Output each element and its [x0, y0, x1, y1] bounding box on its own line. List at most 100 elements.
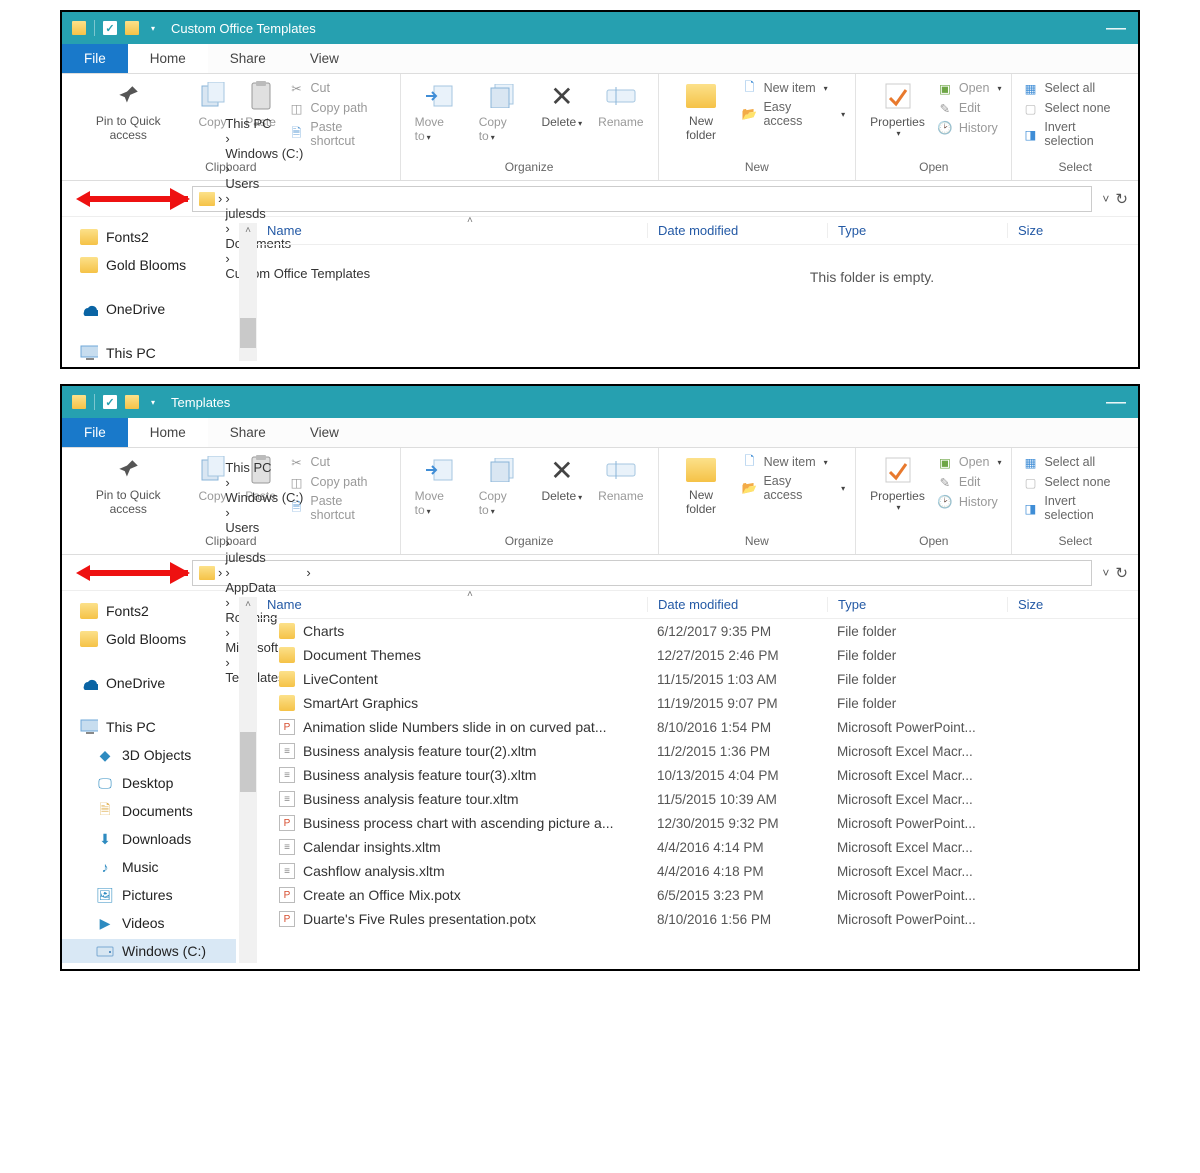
nav-item[interactable]: 🖵Desktop — [62, 771, 236, 795]
qat-properties-icon[interactable]: ✓ — [103, 395, 117, 409]
edit-button[interactable]: ✎Edit — [937, 100, 1002, 116]
nav-item[interactable]: This PC — [62, 341, 236, 365]
new-item-button[interactable]: 🗋New item▾ — [742, 454, 846, 470]
col-date[interactable]: Date modified — [647, 597, 827, 612]
qat-customize-icon[interactable]: ▾ — [147, 398, 159, 407]
tab-home[interactable]: Home — [128, 44, 208, 73]
file-row[interactable]: ≡Business analysis feature tour(2).xltm1… — [257, 739, 1138, 763]
history-button[interactable]: 🕑History — [937, 494, 1002, 510]
easy-access-button[interactable]: 📂Easy access▾ — [742, 474, 846, 502]
nav-item[interactable]: 🗎Documents — [62, 799, 236, 823]
pin-to-quick-access-button[interactable]: Pin to Quick access — [72, 80, 185, 143]
qat-newfolder-icon[interactable] — [125, 395, 139, 409]
delete-button[interactable]: ✕ Delete▾ — [537, 80, 586, 129]
tab-view[interactable]: View — [288, 44, 361, 73]
breadcrumb-segment[interactable]: This PC — [225, 460, 303, 475]
nav-item[interactable]: Gold Blooms — [62, 627, 236, 651]
paste-shortcut-button[interactable]: 🗎Paste shortcut — [289, 494, 390, 522]
tab-home[interactable]: Home — [128, 418, 208, 447]
nav-scrollbar[interactable]: ˄ — [239, 597, 257, 963]
qat-customize-icon[interactable]: ▾ — [147, 24, 159, 33]
nav-item[interactable]: Fonts2 — [62, 225, 236, 249]
chevron-right-icon[interactable]: › — [225, 565, 229, 580]
minimize-button[interactable]: ― — [1094, 22, 1138, 34]
chevron-right-icon[interactable]: › — [225, 535, 229, 550]
file-row[interactable]: ≡Business analysis feature tour(3).xltm1… — [257, 763, 1138, 787]
col-date[interactable]: Date modified — [647, 223, 827, 238]
refresh-icon[interactable]: ↻ — [1115, 564, 1128, 582]
chevron-right-icon[interactable]: › — [225, 475, 229, 490]
breadcrumb-segment[interactable]: This PC — [225, 116, 370, 131]
open-button[interactable]: ▣Open▾ — [937, 80, 1002, 96]
tab-view[interactable]: View — [288, 418, 361, 447]
new-folder-button[interactable]: New folder — [669, 454, 734, 517]
cut-button[interactable]: ✂Cut — [289, 80, 390, 96]
breadcrumb-segment[interactable]: julesds — [225, 550, 303, 565]
nav-item[interactable]: Windows (C:) — [62, 939, 236, 963]
file-row[interactable]: ≡Cashflow analysis.xltm4/4/2016 4:18 PMM… — [257, 859, 1138, 883]
file-row[interactable]: Charts6/12/2017 9:35 PMFile folder — [257, 619, 1138, 643]
chevron-right-icon[interactable]: › — [225, 131, 229, 146]
select-none-button[interactable]: ▢Select none — [1022, 100, 1128, 116]
breadcrumb-segment[interactable]: Users — [225, 520, 303, 535]
edit-button[interactable]: ✎Edit — [937, 474, 1002, 490]
invert-selection-button[interactable]: ◨Invert selection — [1022, 494, 1128, 522]
easy-access-button[interactable]: 📂Easy access▾ — [742, 100, 846, 128]
minimize-button[interactable]: ― — [1094, 396, 1138, 408]
tab-share[interactable]: Share — [208, 418, 288, 447]
col-type[interactable]: Type — [827, 223, 1007, 238]
breadcrumb-segment[interactable]: Users — [225, 176, 370, 191]
select-all-button[interactable]: ▦Select all — [1022, 454, 1128, 470]
file-row[interactable]: LiveContent11/15/2015 1:03 AMFile folder — [257, 667, 1138, 691]
properties-button[interactable]: Properties▾ — [866, 454, 929, 512]
nav-item[interactable]: Gold Blooms — [62, 253, 236, 277]
file-row[interactable]: SmartArt Graphics11/19/2015 9:07 PMFile … — [257, 691, 1138, 715]
move-to-button[interactable]: Move to▾ — [411, 80, 467, 143]
refresh-icon[interactable]: ↻ — [1115, 190, 1128, 208]
breadcrumb-segment[interactable]: Windows (C:) — [225, 490, 303, 505]
move-to-button[interactable]: Move to▾ — [411, 454, 467, 517]
history-button[interactable]: 🕑History — [937, 120, 1002, 136]
chevron-right-icon[interactable]: › — [225, 191, 229, 206]
chevron-right-icon[interactable]: › — [225, 505, 229, 520]
rename-button[interactable]: Rename — [594, 454, 647, 503]
breadcrumb-bar[interactable]: › This PC›Windows (C:)›Users›julesds›Doc… — [192, 186, 1092, 212]
nav-item[interactable]: Fonts2 — [62, 599, 236, 623]
file-row[interactable]: PCreate an Office Mix.potx6/5/2015 3:23 … — [257, 883, 1138, 907]
col-type[interactable]: Type — [827, 597, 1007, 612]
col-name[interactable]: Name — [257, 223, 647, 238]
open-button[interactable]: ▣Open▾ — [937, 454, 1002, 470]
nav-item[interactable]: ▶Videos — [62, 911, 236, 935]
col-size[interactable]: Size — [1007, 223, 1138, 238]
delete-button[interactable]: ✕Delete▾ — [537, 454, 586, 503]
breadcrumb-bar[interactable]: › This PC›Windows (C:)›Users›julesds›App… — [192, 560, 1092, 586]
nav-item[interactable]: 🖼Pictures — [62, 883, 236, 907]
new-item-button[interactable]: 🗋New item▾ — [742, 80, 846, 96]
chevron-right-icon[interactable]: › — [218, 565, 222, 580]
nav-item[interactable]: ◆3D Objects — [62, 743, 236, 767]
tab-file[interactable]: File — [62, 418, 128, 447]
chevron-right-icon[interactable]: › — [225, 161, 229, 176]
file-row[interactable]: ≡Calendar insights.xltm4/4/2016 4:14 PMM… — [257, 835, 1138, 859]
col-size[interactable]: Size — [1007, 597, 1138, 612]
file-row[interactable]: Document Themes12/27/2015 2:46 PMFile fo… — [257, 643, 1138, 667]
pin-to-quick-access-button[interactable]: Pin to Quick access — [72, 454, 185, 517]
history-dropdown-icon[interactable]: ˅ — [1102, 192, 1109, 206]
properties-button[interactable]: Properties▾ — [866, 80, 929, 138]
rename-button[interactable]: Rename — [594, 80, 647, 129]
nav-item[interactable]: ⬇Downloads — [62, 827, 236, 851]
file-row[interactable]: PBusiness process chart with ascending p… — [257, 811, 1138, 835]
chevron-right-icon[interactable]: › — [218, 191, 222, 206]
nav-scrollbar[interactable]: ˄ — [239, 223, 257, 361]
tab-share[interactable]: Share — [208, 44, 288, 73]
copy-path-button[interactable]: ◫Copy path — [289, 100, 390, 116]
cut-button[interactable]: ✂Cut — [289, 454, 390, 470]
new-folder-button[interactable]: New folder — [669, 80, 734, 143]
breadcrumb-segment[interactable]: Windows (C:) — [225, 146, 370, 161]
invert-selection-button[interactable]: ◨Invert selection — [1022, 120, 1128, 148]
history-dropdown-icon[interactable]: ˅ — [1102, 566, 1109, 580]
file-row[interactable]: ≡Business analysis feature tour.xltm11/5… — [257, 787, 1138, 811]
nav-item[interactable]: OneDrive — [62, 297, 236, 321]
copy-path-button[interactable]: ◫Copy path — [289, 474, 390, 490]
file-row[interactable]: PAnimation slide Numbers slide in on cur… — [257, 715, 1138, 739]
